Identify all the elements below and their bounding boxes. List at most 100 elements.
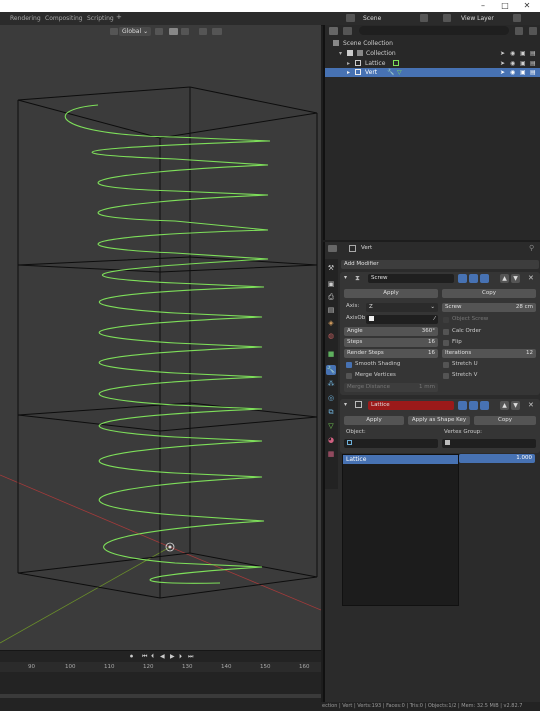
chevron-down-icon[interactable]: ▾ — [339, 49, 342, 58]
display-mode-icon[interactable] — [343, 27, 352, 35]
axisob-field[interactable]: ⁄ — [366, 315, 438, 324]
merge-vertices-checkbox[interactable] — [346, 373, 352, 379]
lattice-copy-button[interactable]: Copy — [474, 416, 536, 425]
play-button[interactable]: ▶ — [170, 653, 175, 660]
steps-field[interactable]: Steps 16 — [344, 338, 438, 347]
frame-ruler[interactable]: 90 100 110 120 130 140 150 160 — [0, 662, 321, 672]
render-steps-field[interactable]: Render Steps 16 — [344, 349, 438, 358]
outliner-search-input[interactable] — [359, 26, 509, 35]
close-button[interactable]: ✕ — [517, 1, 537, 10]
physics-tab-icon[interactable]: ◎ — [326, 393, 336, 403]
editmode-toggle-icon[interactable] — [458, 274, 467, 283]
render-toggle-icon[interactable] — [480, 274, 489, 283]
outliner-row-collection[interactable]: ▾ Collection ➤ ◉ ▣ ▤ — [325, 49, 540, 58]
stretch-u-checkbox[interactable] — [443, 362, 449, 368]
pin-icon[interactable]: ⚲ — [529, 244, 534, 252]
scene-tab-icon[interactable]: ◈ — [326, 318, 336, 328]
strength-field[interactable]: 1.000 — [459, 454, 535, 463]
calc-order-checkbox[interactable] — [443, 329, 449, 335]
scene-icon[interactable] — [346, 14, 355, 22]
scene-name[interactable]: Scene — [363, 15, 381, 22]
screw-copy-button[interactable]: Copy — [442, 289, 536, 298]
viewport-icon[interactable]: ▣ — [520, 59, 526, 68]
viewport-toggle-icon[interactable] — [469, 274, 478, 283]
prev-keyframe-button[interactable]: ⏴ — [151, 653, 154, 661]
texture-tab-icon[interactable]: ▦ — [326, 449, 336, 459]
jump-start-button[interactable]: ⏮ — [142, 653, 147, 661]
timeline-scrollbar[interactable] — [0, 694, 321, 698]
camera-icon[interactable]: ▤ — [530, 68, 536, 77]
chevron-right-icon[interactable]: ▸ — [347, 68, 350, 77]
close-icon[interactable]: ✕ — [528, 401, 534, 409]
timeline[interactable]: ⏺ ⏮ ⏴ ◀ ▶ ⏵ ⏭ 90 100 110 120 130 140 150… — [0, 650, 321, 703]
minimize-button[interactable]: – — [473, 1, 493, 10]
add-workspace-button[interactable]: + — [116, 13, 122, 21]
viewport-toggle-icon[interactable] — [469, 401, 478, 410]
tab-scripting[interactable]: Scripting — [87, 15, 114, 22]
tab-compositing[interactable]: Compositing — [45, 15, 83, 22]
new-collection-icon[interactable] — [529, 27, 537, 35]
new-scene-icon[interactable] — [420, 14, 428, 22]
render-toggle-icon[interactable] — [480, 401, 489, 410]
eye-icon[interactable]: ◉ — [510, 68, 515, 77]
filter-icon[interactable] — [515, 27, 523, 35]
view-layer-tab-icon[interactable]: ▤ — [326, 305, 336, 315]
tool-tab-icon[interactable]: ⚒ — [326, 263, 336, 273]
render-tab-icon[interactable]: ▣ — [326, 279, 336, 289]
eyedropper-icon[interactable]: ⁄ — [434, 315, 435, 324]
object-tab-icon[interactable]: ■ — [326, 349, 336, 359]
properties-editor-icon[interactable] — [328, 245, 337, 252]
camera-icon[interactable]: ▤ — [530, 59, 536, 68]
object-screw-checkbox[interactable] — [443, 317, 449, 323]
view-layer-name[interactable]: View Layer — [461, 15, 494, 22]
constraints-tab-icon[interactable]: ⧉ — [326, 407, 336, 417]
data-tab-icon[interactable]: ▽ — [326, 421, 336, 431]
vertex-group-field[interactable] — [442, 439, 536, 448]
outliner-row-scene-collection[interactable]: Scene Collection — [325, 39, 540, 48]
chevron-right-icon[interactable]: ▸ — [347, 59, 350, 68]
play-reverse-button[interactable]: ◀ — [160, 653, 165, 660]
chevron-down-icon[interactable]: ▾ — [344, 274, 347, 281]
move-up-icon[interactable]: ▲ — [500, 274, 509, 283]
select-icon[interactable]: ➤ — [500, 49, 505, 58]
move-down-icon[interactable]: ▼ — [511, 401, 520, 410]
merge-distance-field[interactable]: Merge Distance 1 mm — [344, 383, 438, 392]
search-result-item[interactable]: Lattice — [343, 455, 458, 464]
checkbox-icon[interactable] — [347, 50, 353, 56]
output-tab-icon[interactable]: ⎙ — [326, 292, 336, 302]
particles-tab-icon[interactable]: ⁂ — [326, 379, 336, 389]
lattice-apply-button[interactable]: Apply — [344, 416, 404, 425]
next-keyframe-button[interactable]: ⏵ — [179, 653, 182, 661]
select-icon[interactable]: ➤ — [500, 59, 505, 68]
screw-apply-button[interactable]: Apply — [344, 289, 438, 298]
viewport-icon[interactable]: ▣ — [520, 49, 526, 58]
editmode-toggle-icon[interactable] — [458, 401, 467, 410]
smooth-shading-checkbox[interactable] — [346, 362, 352, 368]
apply-shape-key-button[interactable]: Apply as Shape Key — [408, 416, 470, 425]
flip-checkbox[interactable] — [443, 340, 449, 346]
move-down-icon[interactable]: ▼ — [511, 274, 520, 283]
3d-viewport[interactable]: Global ⌄ — [0, 25, 321, 650]
eye-icon[interactable]: ◉ — [510, 59, 515, 68]
screw-field[interactable]: Screw 28 cm — [442, 303, 536, 312]
record-button[interactable]: ⏺ — [130, 653, 133, 661]
angle-field[interactable]: Angle 360° — [344, 327, 438, 336]
move-up-icon[interactable]: ▲ — [500, 401, 509, 410]
chevron-down-icon[interactable]: ▾ — [344, 401, 347, 408]
material-tab-icon[interactable]: ◕ — [326, 435, 336, 445]
iterations-field[interactable]: Iterations 12 — [442, 349, 536, 358]
world-tab-icon[interactable]: ◍ — [326, 331, 336, 341]
lattice-name-field[interactable]: Lattice — [368, 401, 454, 410]
stretch-v-checkbox[interactable] — [443, 373, 449, 379]
axis-dropdown[interactable]: Z ⌄ — [366, 303, 438, 312]
jump-end-button[interactable]: ⏭ — [188, 653, 193, 661]
lattice-object-field[interactable] — [344, 439, 438, 448]
wrench-icon[interactable]: 🔧 — [326, 365, 336, 375]
select-icon[interactable]: ➤ — [500, 68, 505, 77]
screw-name-field[interactable]: Screw — [368, 274, 454, 283]
camera-icon[interactable]: ▤ — [530, 49, 536, 58]
eye-icon[interactable]: ◉ — [510, 49, 515, 58]
maximize-button[interactable]: □ — [495, 1, 515, 10]
new-view-layer-icon[interactable] — [513, 14, 521, 22]
add-modifier-button[interactable]: Add Modifier — [341, 260, 539, 269]
